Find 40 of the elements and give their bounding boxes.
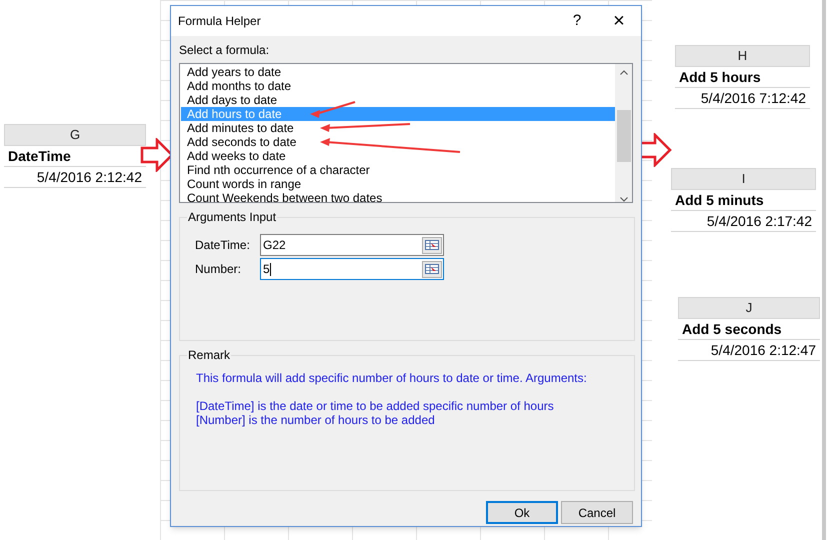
- scroll-thumb[interactable]: [616, 110, 630, 162]
- remark-text: This formula will add specific number of hours to date or time. Arguments:: [196, 371, 587, 385]
- formula-item[interactable]: Add seconds to date: [181, 135, 615, 149]
- group-title: Arguments Input: [187, 210, 278, 224]
- column-header: I: [671, 168, 816, 190]
- table-cell: 5/4/2016 2:12:42: [4, 167, 146, 188]
- formula-item[interactable]: Add weeks to date: [181, 149, 615, 163]
- column-header: H: [675, 45, 810, 67]
- column-header: G: [4, 124, 146, 146]
- formula-item[interactable]: Add years to date: [181, 65, 615, 79]
- formula-item[interactable]: Count Weekends between two dates: [181, 191, 615, 202]
- remark-text: [DateTime] is the date or time to be added specific number of hours: [196, 399, 554, 413]
- table-cell: 5/4/2016 2:17:42: [671, 211, 816, 232]
- scroll-down-icon[interactable]: [620, 197, 628, 202]
- formula-item[interactable]: Find nth occurrence of a character: [181, 163, 615, 177]
- range-select-icon[interactable]: [422, 260, 442, 278]
- table-cell: Add 5 minuts: [671, 190, 816, 211]
- table-cell: Add 5 seconds: [678, 319, 820, 340]
- formula-item[interactable]: Count words in range: [181, 177, 615, 191]
- help-button[interactable]: ?: [557, 6, 597, 36]
- input-field[interactable]: 5: [260, 258, 444, 280]
- formula-item[interactable]: Add minutes to date: [181, 121, 615, 135]
- input-field[interactable]: G22: [260, 234, 444, 256]
- window-title: Formula Helper: [178, 13, 262, 30]
- field-label: DateTime:: [195, 237, 251, 254]
- list-label: Select a formula:: [179, 42, 270, 59]
- close-button[interactable]: ×: [597, 6, 641, 36]
- formula-item[interactable]: Add days to date: [181, 93, 615, 107]
- dialog-button[interactable]: Ok: [486, 501, 558, 524]
- field-label: Number:: [195, 261, 242, 278]
- scrollbar[interactable]: [615, 64, 632, 202]
- group-title: Remark: [187, 348, 232, 362]
- formula-item[interactable]: Add months to date: [181, 79, 615, 93]
- table-cell: Add 5 hours: [675, 67, 810, 88]
- table-cell: 5/4/2016 2:12:47: [678, 340, 820, 361]
- range-select-icon[interactable]: [422, 236, 442, 254]
- remark-text: [Number] is the number of hours to be added: [196, 413, 435, 427]
- table-cell: 5/4/2016 7:12:42: [675, 88, 810, 109]
- column-header: J: [678, 297, 820, 319]
- dialog-button[interactable]: Cancel: [561, 501, 633, 524]
